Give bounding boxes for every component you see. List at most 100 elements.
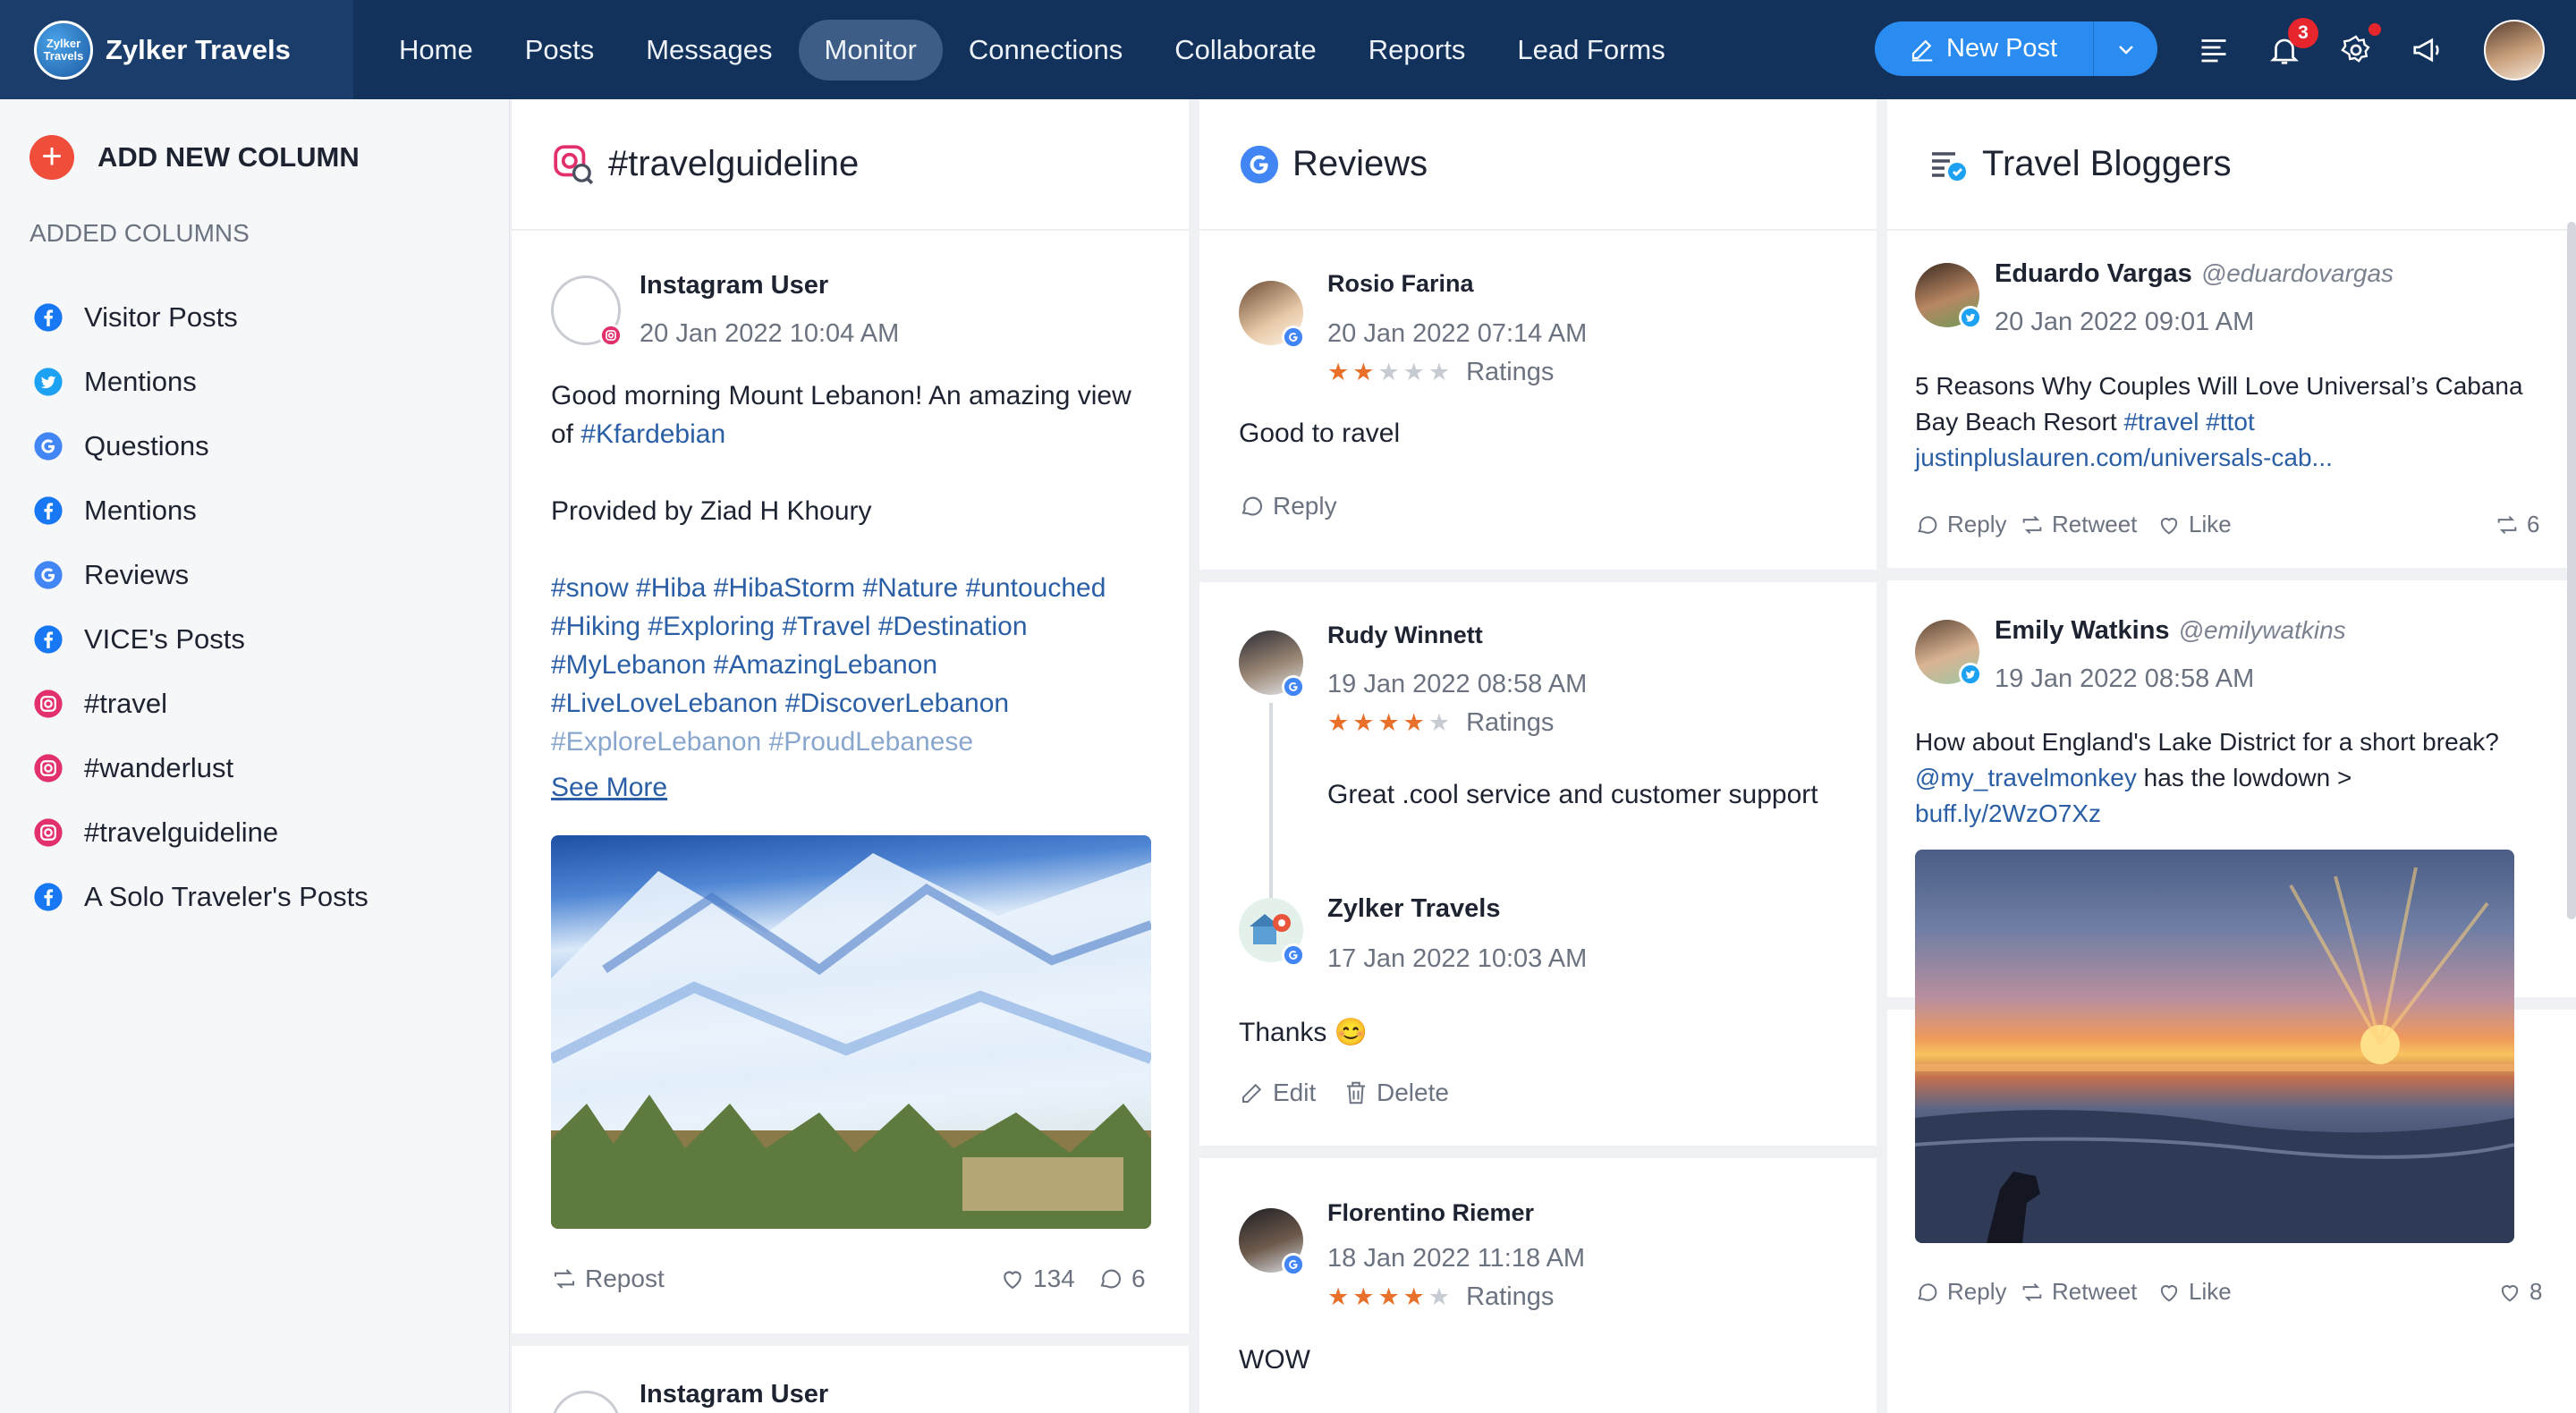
comment-count[interactable]: 6 xyxy=(1097,1265,1146,1293)
instagram-icon xyxy=(599,324,623,347)
review-item: Rudy Winnett 19 Jan 2022 08:58 AM ★ ★ ★ ★ ★ … xyxy=(1199,582,1877,1158)
delete-button[interactable]: Delete xyxy=(1343,1079,1449,1107)
post-author[interactable]: Instagram User xyxy=(640,1380,828,1409)
author-name: Eduardo Vargas xyxy=(1995,259,2192,288)
star-icon: ★ xyxy=(1377,1283,1400,1310)
menu-icon[interactable] xyxy=(2190,27,2237,73)
sidebar-item-label: Reviews xyxy=(84,559,190,590)
reply-author[interactable]: Zylker Travels xyxy=(1327,894,1500,924)
reviewer-name[interactable]: Rosio Farina xyxy=(1327,270,1474,298)
sidebar: + ADD NEW COLUMN ADDED COLUMNS Visitor P… xyxy=(0,99,510,1413)
delete-label: Delete xyxy=(1377,1079,1449,1106)
repost-button[interactable]: Repost xyxy=(551,1265,665,1293)
tweet-author[interactable]: Emily Watkins @emilywatkins xyxy=(1995,616,2346,646)
column-travel-bloggers: Travel Bloggers Eduardo Vargas @eduardova… xyxy=(1887,99,2576,1413)
author-handle: @eduardovargas xyxy=(2200,259,2394,287)
edit-label: Edit xyxy=(1273,1079,1317,1106)
star-icon: ★ xyxy=(1377,709,1400,736)
facebook-icon xyxy=(32,623,64,656)
hashtags-line[interactable]: #Hiking #Exploring #Travel #Destination xyxy=(551,607,1028,646)
heart-icon xyxy=(2160,517,2178,535)
bell-icon[interactable]: 3 xyxy=(2261,18,2318,73)
column-divider xyxy=(1189,99,1199,1413)
like-button[interactable]: Like xyxy=(2157,1278,2232,1306)
add-new-column-button[interactable]: + ADD NEW COLUMN xyxy=(30,135,360,180)
post-image-snowy-mountain[interactable] xyxy=(551,835,1151,1229)
new-post-button[interactable]: New Post xyxy=(1875,21,2094,76)
tweet-url-link[interactable]: buff.ly/2WzO7Xz xyxy=(1915,795,2101,832)
hashtags-line[interactable]: #MyLebanon #AmazingLebanon xyxy=(551,646,937,684)
nav-reports[interactable]: Reports xyxy=(1343,20,1492,80)
like-count: 8 xyxy=(2497,1278,2542,1306)
added-columns-heading: ADDED COLUMNS xyxy=(30,219,250,247)
author-handle: @emilywatkins xyxy=(2178,616,2346,644)
star-icon: ★ xyxy=(1428,359,1451,385)
tweet-text-line: How about England's Lake District for a … xyxy=(1915,728,2499,756)
reply-label: Reply xyxy=(1947,1278,2007,1305)
star-icon: ★ xyxy=(1327,709,1350,736)
sidebar-item-solo-traveler[interactable]: A Solo Traveler's Posts xyxy=(32,854,369,940)
tweet-author[interactable]: Eduardo Vargas @eduardovargas xyxy=(1995,259,2394,289)
avatar[interactable] xyxy=(551,1391,621,1413)
google-icon xyxy=(32,559,64,591)
reply-button[interactable]: Reply xyxy=(1239,492,1337,520)
hashtag-link[interactable]: #Kfardebian xyxy=(580,419,725,449)
nav-collaborate[interactable]: Collaborate xyxy=(1148,20,1343,80)
sidebar-item-label: Questions xyxy=(84,430,209,461)
hashtag-link[interactable]: #travel #ttot xyxy=(2123,408,2254,436)
column-title: #travelguideline xyxy=(608,144,860,183)
hashtags-line[interactable]: #ExploreLebanon #ProudLebanese xyxy=(551,723,973,761)
instagram-search-icon xyxy=(554,144,594,184)
sidebar-item-label: A Solo Traveler's Posts xyxy=(84,881,369,912)
tweet-image-sunset-beach[interactable] xyxy=(1915,850,2514,1243)
review-item: Florentino Riemer 18 Jan 2022 11:18 AM ★… xyxy=(1199,1158,1877,1413)
user-avatar[interactable] xyxy=(2484,20,2545,80)
like-label: Like xyxy=(2189,511,2232,537)
reply-button[interactable]: Reply xyxy=(1915,511,2006,538)
retweet-button[interactable]: Retweet xyxy=(2020,511,2137,538)
nav-lead-forms[interactable]: Lead Forms xyxy=(1491,20,1690,80)
hashtags-line[interactable]: #snow #Hiba #HibaStorm #Nature #untouche… xyxy=(551,569,1106,607)
like-count[interactable]: 134 xyxy=(999,1265,1075,1293)
post-text-line: of #Kfardebian xyxy=(551,415,725,453)
like-button[interactable]: Like xyxy=(2157,511,2232,538)
google-icon xyxy=(32,430,64,462)
star-icon: ★ xyxy=(1352,1283,1375,1310)
repost-icon xyxy=(554,1269,575,1289)
brand[interactable]: Zylker Travels Zylker Travels xyxy=(0,0,353,99)
megaphone-icon[interactable] xyxy=(2404,27,2451,73)
nav-connections[interactable]: Connections xyxy=(943,20,1148,80)
star-rating: ★ ★ ★ ★ ★ Ratings xyxy=(1327,358,1554,387)
retweet-label: Retweet xyxy=(2052,511,2138,537)
hashtags-line[interactable]: #LiveLoveLebanon #DiscoverLebanon xyxy=(551,684,1009,723)
facebook-icon xyxy=(32,301,64,334)
nav-monitor[interactable]: Monitor xyxy=(798,19,943,80)
nav-posts[interactable]: Posts xyxy=(499,20,621,80)
facebook-icon xyxy=(32,495,64,527)
edit-button[interactable]: Edit xyxy=(1239,1079,1316,1107)
mention-link[interactable]: @my_travelmonkey xyxy=(1915,764,2137,791)
reviewer-name[interactable]: Rudy Winnett xyxy=(1327,622,1483,649)
gear-icon[interactable] xyxy=(2333,23,2381,73)
tweet-url-link[interactable]: justinpluslauren.com/universals-cab... xyxy=(1915,439,2333,476)
star-icon: ★ xyxy=(1402,709,1425,736)
chevron-down-icon xyxy=(2118,45,2133,55)
nav-home[interactable]: Home xyxy=(373,20,499,80)
retweet-button[interactable]: Retweet xyxy=(2020,1278,2137,1306)
post-author[interactable]: Instagram User xyxy=(640,271,828,300)
tweet-item: Emily Watkins @emilywatkins 19 Jan 2022 0… xyxy=(1887,580,2576,1243)
sidebar-item-label: VICE's Posts xyxy=(84,623,245,655)
brand-name: Zylker Travels xyxy=(106,33,291,65)
google-icon xyxy=(1282,943,1305,967)
see-more-link[interactable]: See More xyxy=(551,773,667,803)
settings-alert-dot xyxy=(2368,23,2381,36)
sidebar-item-label: #travel xyxy=(84,688,168,719)
reviewer-name[interactable]: Florentino Riemer xyxy=(1327,1199,1534,1227)
main-nav: Home Posts Messages Monitor Connections … xyxy=(373,0,1691,99)
reply-button[interactable]: Reply xyxy=(1915,1278,2006,1306)
google-icon xyxy=(1282,326,1305,349)
pencil-icon xyxy=(1911,39,1933,61)
scrollbar-thumb[interactable] xyxy=(2567,222,2576,919)
nav-messages[interactable]: Messages xyxy=(620,20,798,80)
new-post-dropdown[interactable] xyxy=(2094,38,2157,60)
